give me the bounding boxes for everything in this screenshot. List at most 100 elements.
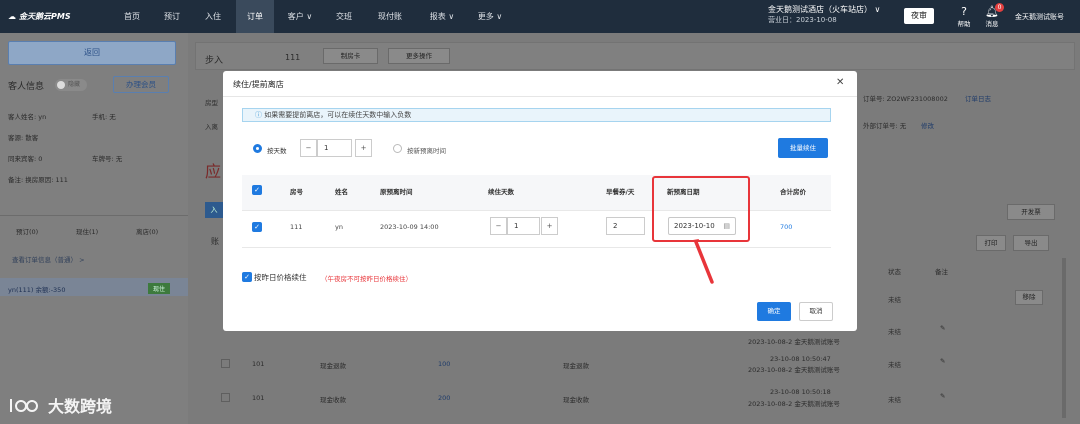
left-panel: 返回 客人信息 隐藏 办理会员 客人姓名: yn 手机: 无 客源: 散客 同来… [0, 33, 188, 424]
arrow-annotation [693, 239, 714, 284]
enter-button[interactable]: 入 [205, 202, 223, 218]
edit-link[interactable]: 修改 [921, 120, 934, 130]
row-time: 23-10-08 10:50:47 [770, 355, 831, 363]
by-days-label: 按天数 [267, 147, 287, 155]
guest-phone: 手机: 无 [92, 113, 116, 121]
member-button[interactable]: 办理会员 [113, 76, 169, 93]
remove-button[interactable]: 移除 [1015, 290, 1043, 305]
external-order: 外部订单号: 无 [863, 122, 907, 130]
guest-name: 客人姓名: yn [8, 113, 47, 121]
messages-button[interactable]: 🔔︎ 消息 0 [981, 3, 1004, 28]
nav-booking[interactable]: 预订 [155, 0, 189, 33]
row-total[interactable]: 700 [780, 223, 792, 231]
edit-pencil-icon[interactable]: ✎ [940, 324, 945, 332]
days-input[interactable]: 1 [317, 139, 352, 157]
status-unsettled: 未结 [888, 296, 901, 304]
row-room: 111 [290, 223, 303, 231]
row-orig-departure: 2023-10-09 14:00 [380, 223, 439, 231]
col-room: 房号 [290, 188, 303, 196]
nav-reports[interactable]: 报表 ∨ [420, 0, 464, 33]
col-breakfast: 早餐券/天 [606, 188, 635, 196]
days-plus-button[interactable]: + [355, 139, 372, 157]
row-time: 23-10-08 10:50:18 [770, 388, 831, 396]
col-extend-days: 续住天数 [488, 188, 514, 196]
help-icon: ? [961, 5, 967, 18]
new-date-input[interactable]: 2023-10-10 ▤ [668, 217, 736, 235]
modal-title: 续住/提前离店 [233, 80, 284, 89]
edit-pencil-icon[interactable]: ✎ [940, 357, 945, 365]
plate-number: 车牌号: 无 [92, 155, 123, 163]
make-card-button[interactable]: 制房卡 [323, 48, 378, 64]
yesterday-price-checkbox[interactable]: ✓ [242, 272, 252, 282]
edit-pencil-icon[interactable]: ✎ [940, 392, 945, 400]
more-ops-button[interactable]: 更多操作 [388, 48, 450, 64]
guest-remark: 备注: 换房原因: 111 [8, 176, 68, 184]
by-date-radio[interactable] [393, 144, 402, 153]
row-days-input[interactable]: 1 [507, 217, 540, 235]
row-amount: 100 [438, 360, 451, 368]
row-checkbox[interactable]: ✓ [252, 222, 262, 232]
row-room: 101 [252, 394, 265, 402]
select-all-checkbox[interactable]: ✓ [252, 185, 262, 195]
batch-extend-button[interactable]: 批量续住 [778, 138, 828, 158]
row-amount: 200 [438, 394, 451, 402]
col-name: 姓名 [335, 188, 348, 196]
calendar-icon: ▤ [723, 222, 730, 230]
row-operator: 2023-10-08-2 金天鹅测试账号 [748, 400, 840, 408]
room-entry[interactable]: yn(111) 余额:-350 [8, 284, 65, 294]
order-log-link[interactable]: 订单日志 [965, 93, 991, 103]
row-name: yn [335, 223, 343, 231]
hide-toggle[interactable]: 隐藏 [55, 79, 87, 91]
room-number: 111 [285, 53, 301, 62]
info-icon: ⓘ [255, 111, 265, 119]
row-days-minus-button[interactable]: − [490, 217, 507, 235]
breakfast-input[interactable]: 2 [606, 217, 645, 235]
info-banner: ⓘ 如果需要提前离店，可以在续住天数中输入负数 [242, 108, 831, 122]
bill-label: 账 [211, 237, 219, 246]
modal-header: 续住/提前离店 ✕ [223, 71, 857, 97]
row-method: 现金收款 [563, 396, 589, 404]
guest-info-title: 客人信息 [8, 82, 45, 92]
extend-stay-modal: 续住/提前离店 ✕ ⓘ 如果需要提前离店，可以在续住天数中输入负数 按天数 − … [223, 71, 857, 331]
tab-departed[interactable]: 离店(0) [136, 226, 158, 236]
status-unsettled: 未结 [888, 328, 901, 336]
yesterday-price-label: 按昨日价格续住 [254, 273, 307, 282]
business-day: 营业日：2023-10-08 [768, 16, 837, 24]
export-button[interactable]: 导出 [1013, 235, 1049, 251]
hotel-name[interactable]: 金天鹅测试酒店（火车站店） ∨ [768, 5, 880, 15]
app-logo[interactable]: ☁ 金天鹅云PMS [8, 11, 71, 22]
account-menu[interactable]: 金天鹅测试账号 [1015, 12, 1064, 22]
tab-in-house[interactable]: 现住(1) [76, 226, 98, 236]
nav-more[interactable]: 更多 ∨ [470, 0, 510, 33]
row-type: 现金退款 [320, 362, 346, 370]
confirm-button[interactable]: 确定 [757, 302, 791, 321]
nav-checkin[interactable]: 入住 [196, 0, 230, 33]
tab-reserved[interactable]: 预订(0) [16, 226, 38, 236]
col-orig-departure: 原预离时间 [380, 188, 413, 196]
watermark: 大数跨境 [8, 393, 112, 417]
help-button[interactable]: ? 帮助 [953, 5, 975, 28]
row-method: 现金退款 [563, 362, 589, 370]
order-info-link[interactable]: 查看订单信息（普通） > [12, 254, 85, 264]
row-days-plus-button[interactable]: + [541, 217, 558, 235]
nav-orders[interactable]: 订单 [236, 0, 274, 33]
nav-shift[interactable]: 交班 [326, 0, 362, 33]
invoice-button[interactable]: 开发票 [1007, 204, 1055, 220]
days-minus-button[interactable]: − [300, 139, 317, 157]
row-checkbox[interactable] [221, 359, 230, 368]
close-icon[interactable]: ✕ [836, 77, 844, 88]
print-button[interactable]: 打印 [976, 235, 1006, 251]
scrollbar[interactable] [1062, 258, 1066, 418]
status-unsettled: 未结 [888, 396, 901, 404]
back-button[interactable]: 返回 [8, 41, 176, 65]
nav-cash-account[interactable]: 现付账 [368, 0, 412, 33]
top-nav: ☁ 金天鹅云PMS 首页 预订 入住 订单 客户 ∨ 交班 现付账 报表 ∨ 更多… [0, 0, 1080, 33]
nav-home[interactable]: 首页 [115, 0, 149, 33]
cancel-button[interactable]: 取消 [799, 302, 833, 321]
hotel-selector[interactable]: 金天鹅测试酒店（火车站店） ∨ 营业日：2023-10-08 [768, 5, 880, 25]
nav-customers[interactable]: 客户 ∨ [280, 0, 320, 33]
row-checkbox[interactable] [221, 393, 230, 402]
by-days-radio[interactable] [253, 144, 262, 153]
row-room: 101 [252, 360, 265, 368]
night-audit-button[interactable]: 夜审 [904, 8, 934, 24]
